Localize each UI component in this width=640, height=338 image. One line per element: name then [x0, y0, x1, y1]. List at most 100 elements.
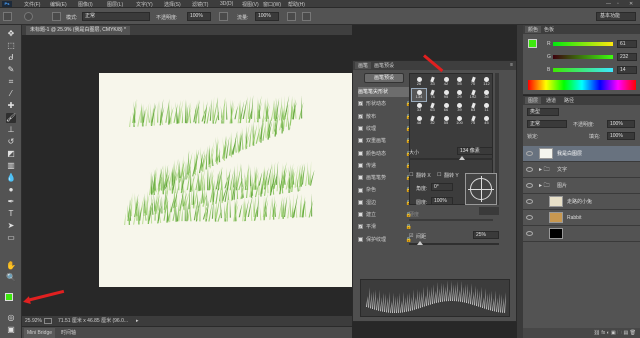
panel-menu-icon[interactable]: ≡: [510, 62, 513, 68]
eraser-tool-icon[interactable]: ◩: [6, 149, 16, 159]
gradient-tool-icon[interactable]: ▥: [6, 161, 16, 171]
brush-option-item[interactable]: 湿边🔒: [358, 198, 412, 208]
visibility-eye-icon[interactable]: [526, 215, 533, 220]
brush-option-checkbox[interactable]: [358, 150, 363, 156]
mode-select[interactable]: 正常: [82, 12, 150, 21]
fill-input[interactable]: 100%: [607, 132, 635, 140]
visibility-eye-icon[interactable]: [526, 199, 533, 204]
brush-tip[interactable]: 63: [426, 102, 440, 114]
hardness-slider[interactable]: [409, 219, 493, 221]
brush-tip[interactable]: 134: [411, 88, 427, 102]
spacing-slider-knob[interactable]: [417, 241, 423, 245]
menu-view[interactable]: 视图(V): [242, 1, 259, 8]
tab-timeline[interactable]: 时间轴: [58, 328, 79, 338]
menu-type[interactable]: 文字(Y): [136, 1, 153, 8]
layer-row[interactable]: 我是白图层: [523, 146, 640, 162]
brush-tip[interactable]: 42: [439, 76, 453, 88]
layer-group-row[interactable]: ▸ 🗀 图片: [523, 178, 640, 194]
size-slider-knob[interactable]: [459, 156, 465, 160]
brush-option-item[interactable]: 画笔笔尖形状: [358, 87, 412, 97]
move-tool-icon[interactable]: ✥: [6, 29, 16, 39]
tab-mini-bridge[interactable]: Mini Bridge: [24, 328, 56, 338]
shape-tool-icon[interactable]: ▭: [6, 233, 16, 243]
brush-tip[interactable]: 32: [426, 115, 440, 127]
size-slider[interactable]: [409, 158, 493, 160]
brush-option-item[interactable]: 杂色🔒: [358, 185, 412, 195]
brush-option-item[interactable]: ✓形状动态🔒: [358, 99, 412, 109]
brush-option-checkbox[interactable]: [358, 126, 363, 132]
path-select-tool-icon[interactable]: ➤: [6, 221, 16, 231]
brush-option-item[interactable]: 纹理🔒: [358, 124, 412, 134]
brush-option-item[interactable]: 传递🔒: [358, 161, 412, 171]
visibility-eye-icon[interactable]: [526, 151, 533, 156]
quick-mask-icon[interactable]: ◎: [6, 313, 16, 323]
lock-icon[interactable]: 🔒: [406, 222, 412, 232]
angle-input[interactable]: 0°: [431, 183, 453, 191]
menu-window[interactable]: 窗口(W): [263, 1, 281, 8]
brush-option-item[interactable]: 画笔笔势🔒: [358, 173, 412, 183]
menu-layer[interactable]: 图层(L): [107, 1, 123, 8]
layer-opacity-input[interactable]: 100%: [607, 120, 635, 128]
brush-tip[interactable]: 100: [453, 115, 467, 127]
brush-tip[interactable]: 48: [412, 115, 426, 127]
brush-tip[interactable]: 55: [453, 76, 467, 88]
brush-tip[interactable]: 33: [426, 76, 440, 88]
tab-color[interactable]: 颜色: [525, 26, 542, 33]
angle-roundness-preview[interactable]: [465, 173, 497, 205]
brush-tip[interactable]: 36: [480, 89, 494, 101]
menu-3d[interactable]: 3D(D): [220, 1, 233, 7]
brush-panel-toggle-icon[interactable]: [52, 12, 61, 21]
brush-option-checkbox[interactable]: [358, 212, 363, 218]
menu-help[interactable]: 帮助(H): [288, 1, 305, 8]
menu-filter[interactable]: 滤镜(T): [192, 1, 208, 8]
clone-stamp-tool-icon[interactable]: ⊥: [6, 125, 16, 135]
layer-filter-select[interactable]: 类型: [527, 108, 559, 116]
status-info-icon[interactable]: [44, 318, 52, 324]
blur-tool-icon[interactable]: 💧: [6, 173, 16, 183]
history-brush-tool-icon[interactable]: ↺: [6, 137, 16, 147]
marquee-tool-icon[interactable]: ⬚: [6, 41, 16, 51]
dodge-tool-icon[interactable]: ●: [6, 185, 16, 195]
brush-option-checkbox[interactable]: ✓: [358, 224, 363, 230]
tab-channels[interactable]: 通道: [543, 97, 559, 104]
brush-tool-icon[interactable]: 🖌: [6, 113, 16, 123]
brush-option-checkbox[interactable]: [358, 199, 363, 205]
type-tool-icon[interactable]: T: [6, 209, 16, 219]
hardness-input[interactable]: [479, 207, 499, 215]
brush-tip[interactable]: 112: [480, 76, 494, 88]
tab-paths[interactable]: 路径: [561, 97, 577, 104]
tab-brush-presets[interactable]: 画笔预设: [371, 62, 397, 69]
flip-y-checkbox[interactable]: ☐: [437, 172, 441, 178]
flow-input[interactable]: 100%: [255, 12, 279, 21]
brush-option-checkbox[interactable]: ✓: [358, 113, 363, 119]
brush-tip[interactable]: 33: [412, 102, 426, 114]
zoom-tool-icon[interactable]: 🔍: [6, 273, 16, 283]
color-panel-foreground-swatch[interactable]: [528, 39, 537, 48]
spacing-input[interactable]: 25%: [473, 231, 499, 239]
g-slider[interactable]: [553, 55, 613, 59]
foreground-color-swatch[interactable]: [5, 293, 13, 301]
b-slider[interactable]: [553, 68, 613, 72]
size-input[interactable]: 134 像素: [457, 147, 493, 155]
tab-brush[interactable]: 画笔: [355, 62, 372, 69]
status-menu-arrow-icon[interactable]: ▸: [136, 316, 139, 326]
opacity-input[interactable]: 100%: [187, 12, 211, 21]
brush-option-checkbox[interactable]: [358, 162, 363, 168]
airbrush-icon[interactable]: [287, 12, 296, 21]
brush-presets-button[interactable]: 画笔预设: [364, 73, 404, 83]
menu-file[interactable]: 文件(F): [24, 1, 40, 8]
brush-tip[interactable]: 55: [439, 115, 453, 127]
brush-tip[interactable]: 29: [453, 89, 467, 101]
menu-select[interactable]: 选择(S): [164, 1, 181, 8]
brush-option-checkbox[interactable]: [358, 138, 363, 144]
brush-tip[interactable]: 70: [466, 76, 480, 88]
layers-footer-icons[interactable]: ⛓ fx ◐ ▣ 🗀 ▤ 🗑: [523, 328, 640, 338]
visibility-eye-icon[interactable]: [526, 183, 533, 188]
brush-tip[interactable]: 192: [466, 89, 480, 101]
layer-row[interactable]: 走路的小兔: [523, 194, 640, 210]
pressure-opacity-icon[interactable]: [219, 12, 228, 21]
layer-row[interactable]: [523, 226, 640, 242]
folder-icon[interactable]: ▸ 🗀: [539, 162, 550, 178]
flip-x-checkbox[interactable]: ☐: [409, 172, 413, 178]
lasso-tool-icon[interactable]: ᑯ: [6, 53, 16, 63]
